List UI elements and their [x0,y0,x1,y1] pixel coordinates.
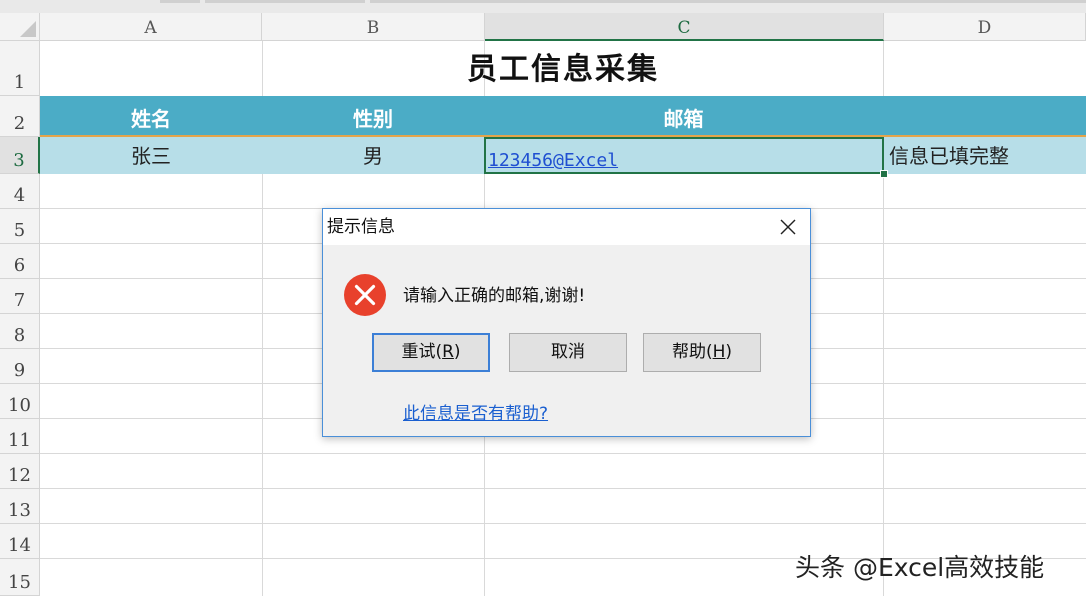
help-feedback-link[interactable]: 此信息是否有帮助? [403,399,548,424]
row-header-13[interactable]: 13 [0,489,40,524]
cell-a3[interactable]: 张三 [40,137,262,174]
header-cell-gender[interactable]: 性别 [262,96,484,137]
header-cell-name[interactable]: 姓名 [40,96,262,137]
select-all-button[interactable] [0,13,40,41]
row-header-5[interactable]: 5 [0,209,40,244]
formula-bar-edge [370,0,1086,3]
error-icon [343,273,387,317]
row-header-8[interactable]: 8 [0,314,40,349]
column-header-d[interactable]: D [884,13,1086,41]
fill-handle[interactable] [880,170,888,178]
grid-line [40,488,1086,489]
column-header-b[interactable]: B [262,13,485,41]
cancel-button[interactable]: 取消 [509,333,627,372]
active-cell-outline [484,137,884,174]
row-header-3[interactable]: 3 [0,137,40,174]
cell-b3[interactable]: 男 [262,137,484,174]
column-header-c[interactable]: C [485,13,884,41]
close-icon[interactable] [774,213,802,241]
row-header-9[interactable]: 9 [0,349,40,384]
header-cell-email[interactable]: 邮箱 [484,96,883,137]
retry-button[interactable]: 重试(R) [372,333,490,372]
row-header-11[interactable]: 11 [0,419,40,454]
dialog-message: 请输入正确的邮箱,谢谢! [403,286,586,306]
dialog-titlebar[interactable]: 提示信息 [323,209,810,245]
row-header-1[interactable]: 1 [0,41,40,96]
formula-bar-edge [205,0,365,3]
row-header-10[interactable]: 10 [0,384,40,419]
row-header-6[interactable]: 6 [0,244,40,279]
grid-line [40,523,1086,524]
help-button[interactable]: 帮助(H) [643,333,761,372]
row-header-15[interactable]: 15 [0,559,40,596]
column-header-a[interactable]: A [40,13,262,41]
row-header-7[interactable]: 7 [0,279,40,314]
row-header-2[interactable]: 2 [0,96,40,137]
row-header-4[interactable]: 4 [0,174,40,209]
sheet-title-cell[interactable]: 员工信息采集 [40,41,1086,96]
ribbon-edge [0,0,1086,13]
row-header-12[interactable]: 12 [0,454,40,489]
error-dialog: 提示信息 请输入正确的邮箱,谢谢! 重试(R) 取消 帮助(H) 此信息是否有帮… [322,208,811,437]
grid-line [40,453,1086,454]
watermark-text: 头条 @Excel高效技能 [795,553,1045,582]
cell-d3[interactable]: 信息已填完整 [884,137,1086,174]
sheet-tab-edge [160,0,200,3]
row-header-14[interactable]: 14 [0,524,40,559]
dialog-title: 提示信息 [327,217,395,237]
